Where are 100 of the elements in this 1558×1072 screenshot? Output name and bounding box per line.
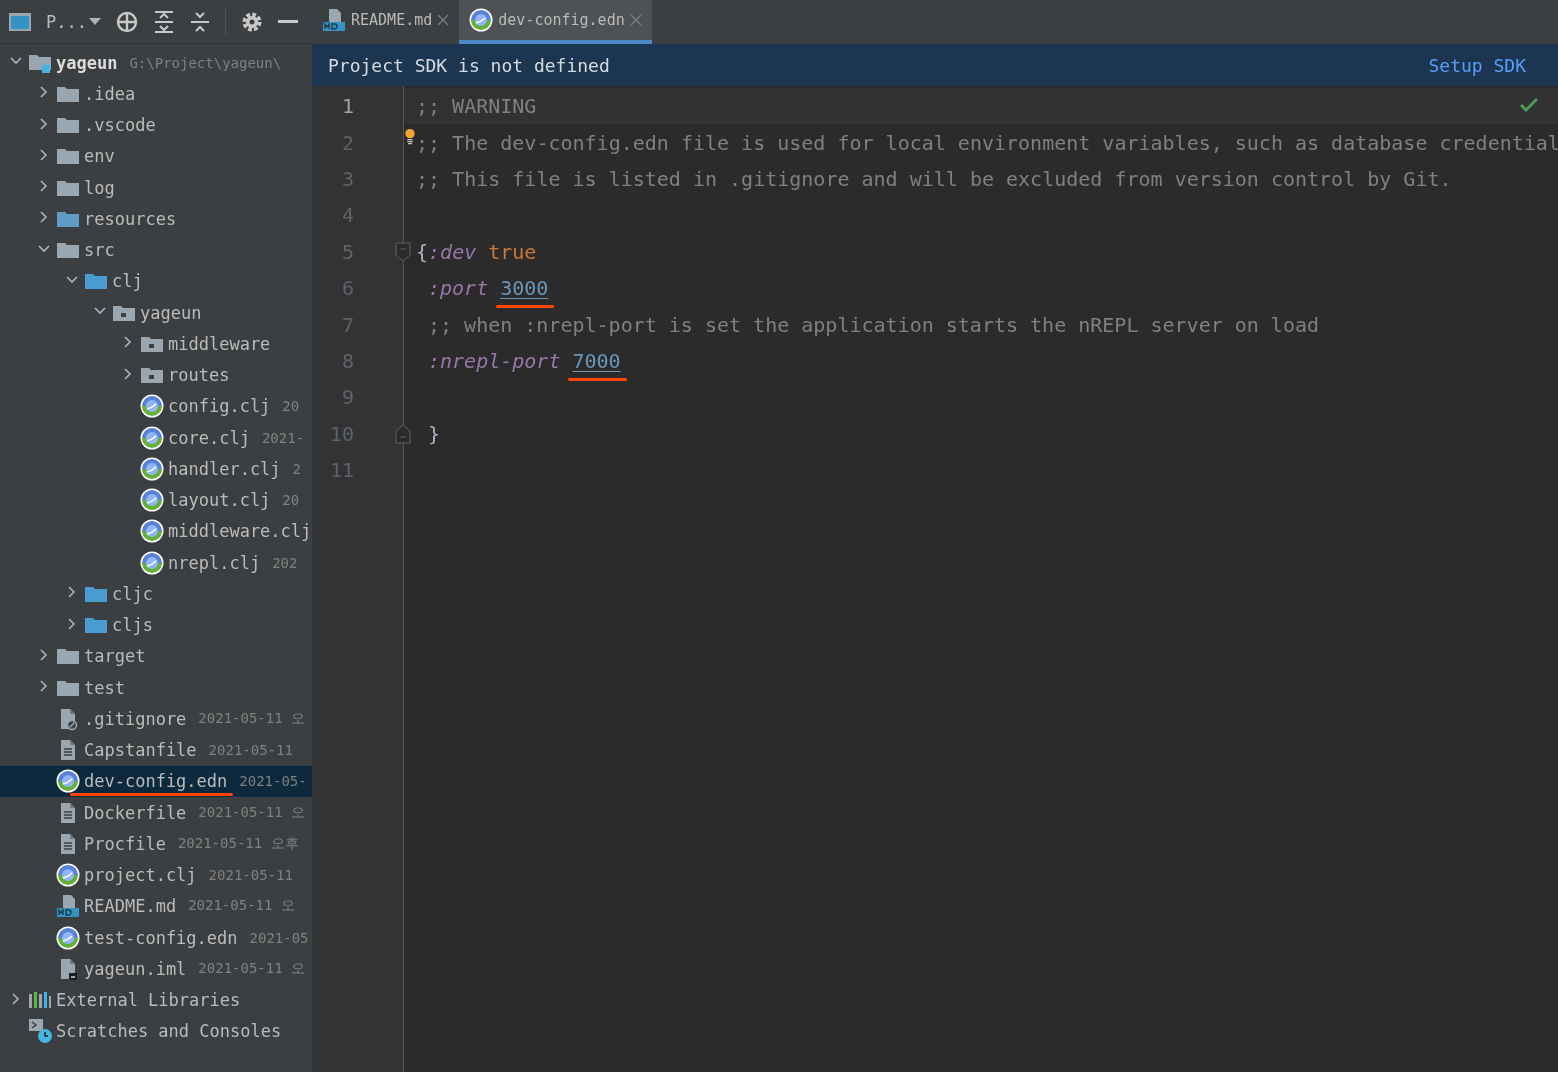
tree-item[interactable]: dev-config.edn 2021-05- [0, 765, 312, 797]
code-token: { [416, 239, 429, 264]
item-name: cljs [112, 615, 153, 636]
item-name: yageun [56, 52, 118, 73]
tree-item[interactable]: Scratches and Consoles [0, 1015, 312, 1047]
banner-message: Project SDK is not defined [328, 54, 610, 76]
code-token: } [428, 421, 441, 446]
folder-icon [56, 146, 80, 167]
item-name: nrepl.clj [168, 552, 261, 573]
tree-item[interactable]: test-config.edn 2021-05 [0, 922, 312, 954]
tree-item[interactable]: target [0, 640, 312, 672]
clojure-file-icon [140, 550, 164, 575]
tree-item[interactable]: middleware [0, 328, 312, 360]
tree-item[interactable]: yageun [0, 297, 312, 329]
close-icon[interactable] [437, 14, 450, 26]
code-token: ;; The dev-config.edn file is used for local environment variables, such as database credential [416, 130, 1558, 155]
tree-item[interactable]: clj [0, 265, 312, 297]
tree-item[interactable]: cljs [0, 609, 312, 641]
tree-item[interactable]: log [0, 172, 312, 204]
item-name: yageun.iml [84, 958, 187, 979]
tree-item[interactable]: Procfile 2021-05-11 오후 [0, 828, 312, 860]
code-token: ;; WARNING [416, 94, 537, 119]
clojure-file-icon [140, 425, 164, 450]
tree-item[interactable]: .idea [0, 78, 312, 110]
item-name: routes [168, 365, 230, 386]
tree-item[interactable]: External Libraries [0, 984, 312, 1016]
tree-item[interactable]: yageun G:\Project\yageun\ [0, 47, 312, 79]
tree-item[interactable]: handler.clj 2 [0, 453, 312, 485]
tree-item[interactable]: config.clj 20 [0, 390, 312, 422]
view-selector[interactable]: P... [46, 11, 101, 32]
clojure-file-icon [140, 456, 164, 481]
crosshair-icon[interactable] [114, 9, 139, 34]
item-name: .gitignore [84, 708, 187, 729]
editor-tab[interactable]: dev-config.edn [459, 0, 652, 44]
project-window-icon[interactable] [8, 10, 32, 33]
tree-item[interactable]: project.clj 2021-05-11 [0, 859, 312, 891]
code-token: :dev [428, 239, 477, 264]
tree-item[interactable]: src [0, 234, 312, 266]
item-date: 2021-05-11 오 [198, 803, 306, 822]
code-token: 7000 [572, 348, 621, 373]
tree-item[interactable]: Capstanfile 2021-05-11 [0, 734, 312, 766]
tree-item[interactable]: routes [0, 359, 312, 391]
item-name: core.clj [168, 427, 250, 448]
tree-item[interactable]: yageun.iml 2021-05-11 오 [0, 953, 312, 985]
tree-item[interactable]: layout.clj 20 [0, 484, 312, 516]
item-name: log [84, 177, 115, 198]
clojure-file-icon [140, 394, 164, 419]
item-date: 2021-05 [249, 929, 309, 946]
package-icon [140, 365, 164, 386]
item-date: 2021-05-11 [208, 742, 293, 759]
libraries-icon [28, 990, 52, 1011]
tree-item[interactable]: test [0, 672, 312, 704]
tree-item[interactable]: .vscode [0, 109, 312, 141]
clojure-file-icon [140, 488, 164, 513]
tree-item[interactable]: env [0, 140, 312, 172]
folder-icon [56, 115, 80, 136]
tree-item[interactable]: cljc [0, 578, 312, 610]
tree-item[interactable]: nrepl.clj 202 [0, 547, 312, 579]
item-date: 202 [272, 554, 298, 571]
item-name: target [84, 646, 146, 667]
line-number: 1 [340, 94, 354, 119]
item-name: yageun [140, 302, 202, 323]
folder-icon [56, 646, 80, 667]
expand-all-icon[interactable] [152, 9, 175, 34]
tree-item[interactable]: resources [0, 203, 312, 235]
markdown-file-icon [56, 894, 80, 919]
code-token: ;; This file is listed in .gitignore and will be excluded from version control by Git. [416, 166, 1452, 191]
tree-item[interactable]: middleware.clj [0, 515, 312, 547]
item-name: middleware [168, 333, 271, 354]
editor-tab[interactable]: README.md [312, 0, 460, 44]
tree-item[interactable]: README.md 2021-05-11 오 [0, 890, 312, 922]
item-name: Scratches and Consoles [56, 1021, 282, 1042]
code-token: 3000 [500, 276, 549, 301]
checkmark-icon [1520, 98, 1538, 112]
clojure-file-icon [56, 769, 80, 794]
item-date: 2021-05- [239, 773, 307, 790]
item-name: test [84, 677, 125, 698]
minimize-icon[interactable] [277, 19, 298, 24]
item-name: cljc [112, 583, 153, 604]
item-name: layout.clj [168, 490, 271, 511]
item-date: 2021-05-11 오 [198, 709, 306, 728]
clojure-file-icon [469, 8, 494, 32]
item-name: Procfile [84, 833, 166, 854]
item-date: 2021-05-11 오후 [177, 834, 299, 853]
item-name: README.md [84, 896, 177, 917]
markdown-file-icon [322, 8, 346, 32]
item-date: 2021-05-11 오 [188, 897, 295, 916]
setup-sdk-link[interactable]: Setup SDK [1428, 54, 1526, 76]
item-name: dev-config.edn [84, 771, 228, 792]
code-token: ;; when :nrepl-port is set the application starts the nREPL server on load [428, 312, 1320, 337]
scratches-icon [28, 1018, 54, 1045]
tree-item[interactable]: .gitignore 2021-05-11 오 [0, 703, 312, 735]
code-token: :nrepl-port [428, 348, 561, 373]
tree-item[interactable]: core.clj 2021- [0, 422, 312, 454]
item-name: clj [112, 271, 143, 292]
item-name: src [84, 240, 115, 261]
item-date: 2021-05-11 [208, 867, 293, 884]
collapse-all-icon[interactable] [188, 9, 211, 34]
tree-item[interactable]: Dockerfile 2021-05-11 오 [0, 797, 312, 829]
clojure-file-icon [56, 863, 80, 888]
